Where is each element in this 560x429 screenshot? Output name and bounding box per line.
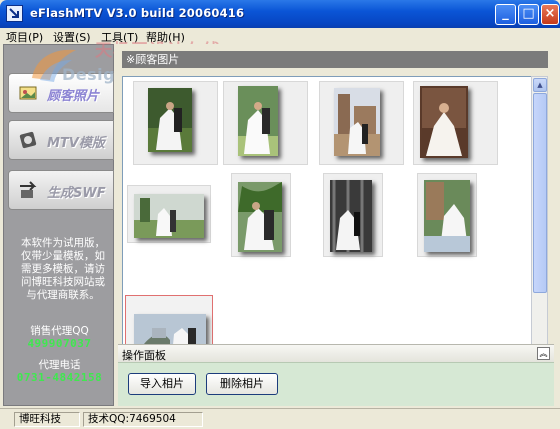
menu-project[interactable]: 项目(P) — [6, 29, 43, 45]
gallery-scrollbar[interactable]: ▲ ▼ — [531, 76, 548, 376]
maximize-button[interactable]: □ — [518, 4, 539, 25]
window-title: eFlashMTV V3.0 build 20060416 — [30, 6, 245, 20]
gallery-header: ※顾客图片 — [122, 51, 548, 68]
import-photo-button[interactable]: 导入相片 — [128, 373, 196, 395]
title-bar: eFlashMTV V3.0 build 20060416 _ □ × — [0, 0, 560, 28]
status-company: 博旺科技 — [14, 412, 80, 427]
trial-notice: 本软件为试用版，仅带少量模板，如需更多模板，请访问博旺科技网站或与代理商联系。 — [21, 237, 105, 301]
photo-thumb-7[interactable] — [323, 173, 383, 257]
photo-2 — [238, 86, 278, 156]
sidebar-item-label: 顾客照片 — [47, 89, 100, 104]
sidebar-item-generate-swf[interactable]: 生成SWF — [8, 170, 114, 210]
menu-settings[interactable]: 设置(S) — [53, 29, 91, 45]
export-icon — [18, 180, 38, 200]
sidebar-item-label: MTV模版 — [47, 136, 105, 151]
sales-qq-label: 销售代理QQ — [30, 325, 89, 337]
app-icon[interactable] — [6, 5, 23, 22]
agent-phone-value: 0731-4842158 — [16, 371, 103, 384]
close-button[interactable]: × — [541, 4, 559, 25]
main-panel: ※顾客图片 ▲ 操作面板 ︽ 导入相片 删除相片 — [114, 44, 558, 406]
menu-bar: 项目(P) 设置(S) 工具(T) 帮助(H) — [0, 28, 560, 44]
photo-thumb-2[interactable] — [223, 81, 308, 165]
photo-4 — [420, 86, 468, 158]
photo-thumb-3[interactable] — [319, 81, 404, 165]
photo-thumb-5[interactable] — [127, 185, 211, 243]
photo-6 — [238, 182, 282, 252]
disc-icon — [18, 130, 38, 150]
ops-panel-title: 操作面板 — [122, 349, 166, 362]
sidebar: 顾客照片 MTV模版 生成SWF 本软件为试用版，仅带少量模板，如需更多模板，请… — [3, 44, 114, 406]
sidebar-item-mtv-template[interactable]: MTV模版 — [8, 120, 114, 160]
collapse-icon[interactable]: ︽ — [537, 347, 550, 360]
scroll-up-icon[interactable]: ▲ — [533, 78, 547, 92]
minimize-button[interactable]: _ — [495, 4, 516, 25]
photo-1 — [148, 88, 192, 152]
ops-panel: 导入相片 删除相片 — [118, 362, 554, 406]
photo-thumb-8[interactable] — [417, 173, 477, 257]
status-support-qq: 技术QQ:7469504 — [83, 412, 203, 427]
delete-photo-button[interactable]: 删除相片 — [206, 373, 278, 395]
photo-3 — [334, 88, 380, 156]
agent-phone-label: 代理电话 — [38, 359, 81, 371]
sidebar-item-label: 生成SWF — [47, 186, 106, 201]
photo-thumb-1[interactable] — [133, 81, 218, 165]
photo-8 — [424, 180, 470, 252]
photo-thumb-6[interactable] — [231, 173, 291, 257]
sales-qq-value: 499907037 — [27, 337, 92, 350]
ops-panel-header: 操作面板 ︽ — [118, 344, 554, 362]
status-bar: 博旺科技 技术QQ:7469504 — [0, 408, 560, 429]
photo-7 — [330, 180, 372, 252]
photo-icon — [18, 83, 38, 103]
photo-5 — [134, 194, 204, 238]
photo-gallery[interactable] — [122, 76, 541, 376]
scroll-thumb[interactable] — [533, 93, 547, 293]
photo-thumb-4[interactable] — [413, 81, 498, 165]
